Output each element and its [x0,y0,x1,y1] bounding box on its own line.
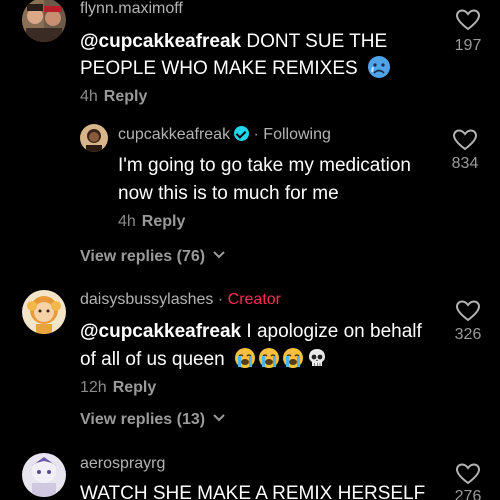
comment-text-line1: DONT SUE THE [241,31,388,52]
comment-text-line: PEOPLE WHO MAKE REMIXES [80,55,391,83]
comment-text-line2: now this is to much for me [118,183,339,204]
comment-meta: 12h Reply [80,379,156,397]
mention-link[interactable]: @cupcakkeafreak [80,31,241,52]
crying-face-emoji-icon [363,55,391,83]
skull-emoji-icon [304,346,328,373]
mention-link[interactable]: @cupcakkeafreak [80,321,241,342]
username-text[interactable]: cupcakkeafreak [118,126,230,143]
avatar[interactable] [22,453,66,497]
comment-text-line1: I'm going to go take my medication [118,155,411,176]
avatar[interactable] [80,124,108,152]
comment-text-line2: of all of us queen [80,349,225,370]
view-replies-button[interactable]: View replies (13) [80,411,226,429]
comment-time: 4h [118,213,136,230]
heart-icon[interactable] [455,299,481,323]
reply-button[interactable]: Reply [113,379,157,396]
verified-badge-icon [234,126,250,141]
heart-icon[interactable] [455,8,481,32]
avatar[interactable] [22,290,66,334]
comment-username[interactable]: flynn.maximoff [80,0,183,18]
reply-button[interactable]: Reply [142,213,186,230]
loudly-crying-face-emoji-icon [230,346,256,373]
heart-icon[interactable] [452,128,478,152]
chevron-down-icon [212,251,225,259]
heart-icon[interactable] [455,462,481,486]
comment-text: @cupcakkeafreak I apologize on behalf [80,318,422,345]
comment-time: 12h [80,379,107,396]
comment-text-line1: I apologize on behalf [241,321,422,342]
comment-text: @cupcakkeafreak DONT SUE THE [80,28,387,55]
like-count: 834 [451,155,479,172]
username-text[interactable]: daisysbussylashes [80,291,213,308]
comment-username[interactable]: daisysbussylashes · Creator [80,291,281,309]
like-count: 326 [454,326,482,343]
creator-badge: Creator [227,291,281,308]
comment-username[interactable]: cupcakkeafreak · Following [118,126,331,144]
comment-time: 4h [80,88,98,105]
avatar[interactable] [22,0,66,42]
comment-username[interactable]: aerosprayrg [80,455,165,473]
comment-text-line: of all of us queen [80,346,328,373]
like-count: 197 [454,37,482,54]
loudly-crying-face-emoji-icon [256,346,280,373]
like-count: 276 [454,488,482,500]
view-replies-label[interactable]: View replies (13) [80,411,205,428]
following-label: Following [263,126,331,143]
view-replies-label[interactable]: View replies (76) [80,248,205,265]
loudly-crying-face-emoji-icon [280,346,304,373]
comment-meta: 4h Reply [80,88,147,106]
separator-dot: · [217,291,224,308]
view-replies-button[interactable]: View replies (76) [80,248,226,266]
separator-dot: · [253,126,259,143]
comment-text-line2: PEOPLE WHO MAKE REMIXES [80,58,358,80]
comments-screen: flynn.maximoff @cupcakkeafreak DONT SUE … [0,0,500,500]
comment-text-line1: WATCH SHE MAKE A REMIX HERSELF [80,483,426,500]
reply-button[interactable]: Reply [104,88,148,105]
chevron-down-icon [212,414,225,422]
comment-meta: 4h Reply [118,213,185,231]
